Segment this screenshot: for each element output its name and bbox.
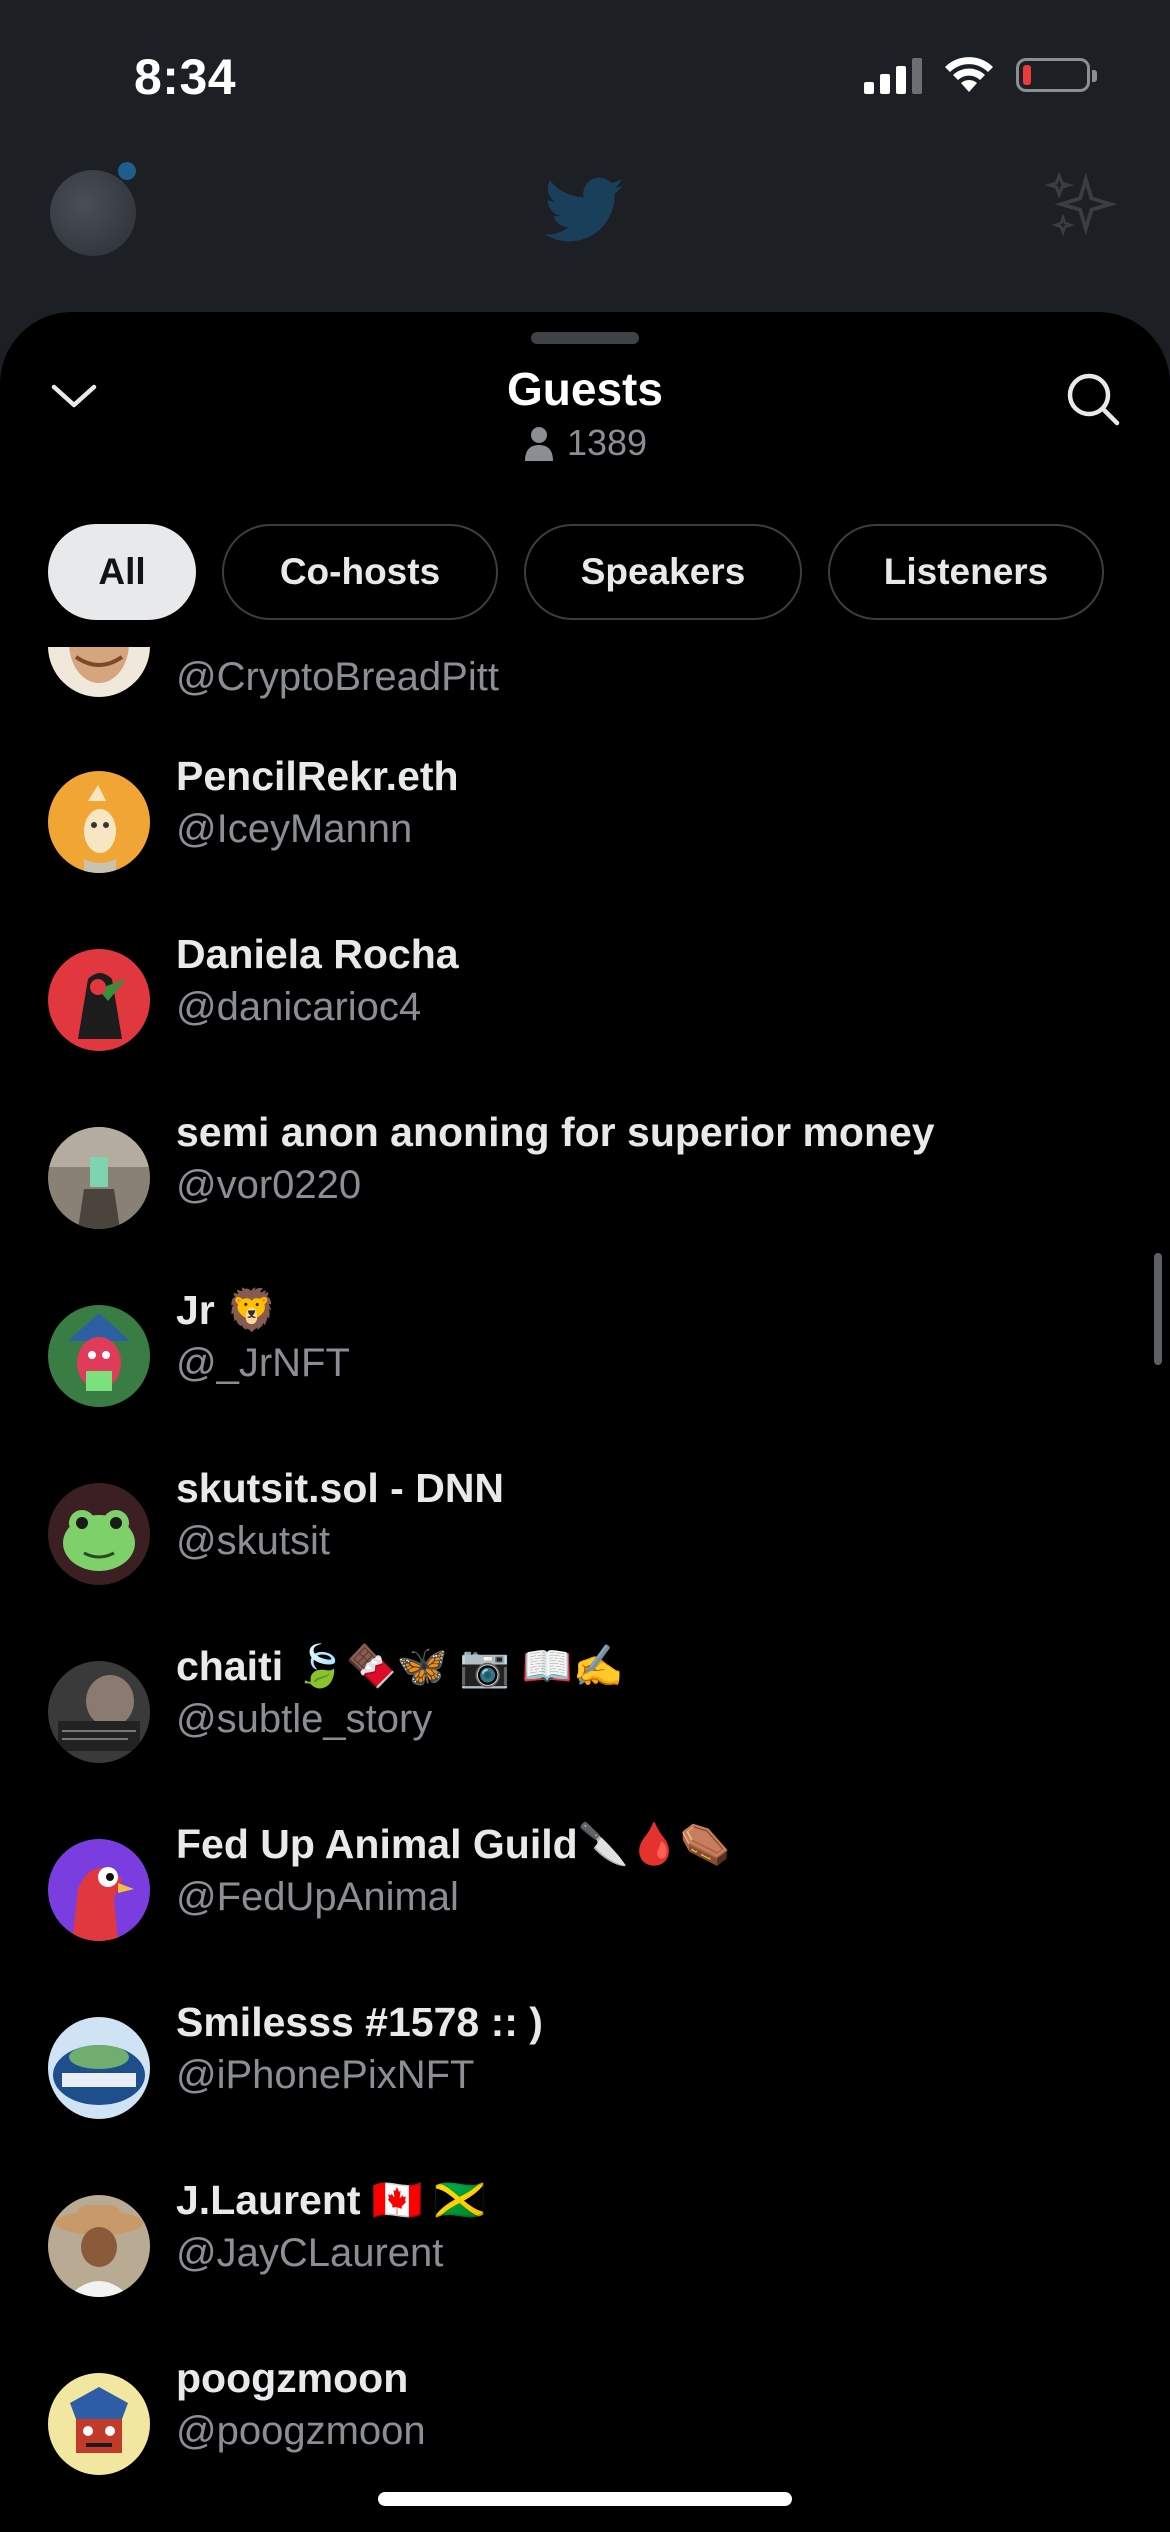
guest-count: 1389 — [0, 422, 1170, 464]
guest-avatar — [48, 1127, 150, 1229]
search-button[interactable] — [1058, 364, 1128, 434]
guest-row[interactable]: J.Laurent 🇨🇦 🇯🇲 @JayCLaurent — [0, 2157, 1170, 2335]
guest-row[interactable]: chaiti 🍃🍫🦋 📷 📖✍️ @subtle_story — [0, 1623, 1170, 1801]
battery-level — [1023, 65, 1031, 85]
guest-avatar — [48, 2195, 150, 2297]
guest-row[interactable]: Daniela Rocha @danicarioc4 — [0, 911, 1170, 1089]
guest-row[interactable]: Jr 🦁 @_JrNFT — [0, 1267, 1170, 1445]
guest-handle: @CryptoBreadPitt — [176, 655, 499, 699]
guest-handle: @JayCLaurent — [176, 2231, 444, 2275]
guest-handle: @poogzmoon — [176, 2409, 426, 2453]
person-icon — [524, 427, 553, 461]
guest-name: semi anon anoning for superior money — [176, 1109, 935, 1155]
scrollbar[interactable] — [1154, 1253, 1162, 1365]
profile-avatar[interactable] — [50, 170, 136, 256]
guest-name: chaiti 🍃🍫🦋 📷 📖✍️ — [176, 1643, 624, 1689]
guest-name: poogzmoon — [176, 2355, 409, 2401]
guests-sheet: Guests 1389 All Co-hosts Speakers Listen… — [0, 312, 1170, 2532]
guest-list: @CryptoBreadPitt PencilRekr.eth @IceyMan… — [0, 647, 1170, 2532]
guest-row[interactable]: Smilesss #1578 :: ) @iPhonePixNFT — [0, 1979, 1170, 2157]
guest-name: Smilesss #1578 :: ) — [176, 1999, 543, 2045]
guest-handle: @vor0220 — [176, 1163, 362, 1207]
sheet-grabber[interactable] — [531, 332, 639, 344]
status-bar: 8:34 — [0, 0, 1170, 150]
guest-name: Daniela Rocha — [176, 931, 459, 977]
guest-avatar — [48, 1839, 150, 1941]
tab-speakers[interactable]: Speakers — [524, 524, 802, 620]
screen: 8:34 Guests 1389 All Co-hosts Speakers L… — [0, 0, 1170, 2532]
cellular-signal-icon — [864, 56, 922, 94]
filter-tabs: All Co-hosts Speakers Listeners — [48, 524, 1104, 620]
guest-avatar — [48, 771, 150, 873]
guest-handle: @iPhonePixNFT — [176, 2053, 475, 2097]
sheet-title: Guests — [507, 363, 663, 415]
guest-name: Jr 🦁 — [176, 1287, 278, 1333]
home-indicator[interactable] — [378, 2492, 792, 2506]
guest-name: Fed Up Animal Guild🔪🩸⚰️ — [176, 1821, 731, 1867]
background-header — [0, 150, 1170, 320]
guest-count-value: 1389 — [566, 422, 648, 463]
guest-handle: @IceyMannn — [176, 807, 413, 851]
guest-handle: @_JrNFT — [176, 1341, 350, 1385]
tab-co-hosts[interactable]: Co-hosts — [222, 524, 498, 620]
battery-icon — [1016, 58, 1097, 92]
guest-row[interactable]: @CryptoBreadPitt — [0, 647, 1170, 733]
status-icons — [864, 56, 1097, 94]
guest-name: skutsit.sol - DNN — [176, 1465, 505, 1511]
guest-handle: @danicarioc4 — [176, 985, 422, 1029]
tab-listeners[interactable]: Listeners — [828, 524, 1104, 620]
status-time: 8:34 — [134, 49, 237, 105]
guest-handle: @skutsit — [176, 1519, 330, 1563]
guest-avatar — [48, 1305, 150, 1407]
guest-avatar — [48, 647, 150, 697]
guest-row[interactable]: PencilRekr.eth @IceyMannn — [0, 733, 1170, 911]
twitter-bird-icon — [545, 177, 624, 242]
tab-all[interactable]: All — [48, 524, 196, 620]
guest-avatar — [48, 1661, 150, 1763]
guest-name: PencilRekr.eth — [176, 753, 459, 799]
guest-row[interactable]: semi anon anoning for superior money @vo… — [0, 1089, 1170, 1267]
guest-row[interactable]: Fed Up Animal Guild🔪🩸⚰️ @FedUpAnimal — [0, 1801, 1170, 1979]
guest-avatar — [48, 1483, 150, 1585]
guest-avatar — [48, 2017, 150, 2119]
guest-avatar — [48, 2373, 150, 2475]
sparkle-icon[interactable] — [1044, 168, 1120, 244]
guest-name: J.Laurent 🇨🇦 🇯🇲 — [176, 2177, 486, 2223]
guest-row[interactable]: poogzmoon @poogzmoon — [0, 2335, 1170, 2513]
notification-dot — [118, 162, 136, 180]
search-icon — [1067, 373, 1120, 426]
guest-avatar — [48, 949, 150, 1051]
guest-handle: @FedUpAnimal — [176, 1875, 459, 1919]
wifi-icon — [945, 57, 993, 92]
guest-handle: @subtle_story — [176, 1697, 433, 1741]
guest-row[interactable]: skutsit.sol - DNN @skutsit — [0, 1445, 1170, 1623]
